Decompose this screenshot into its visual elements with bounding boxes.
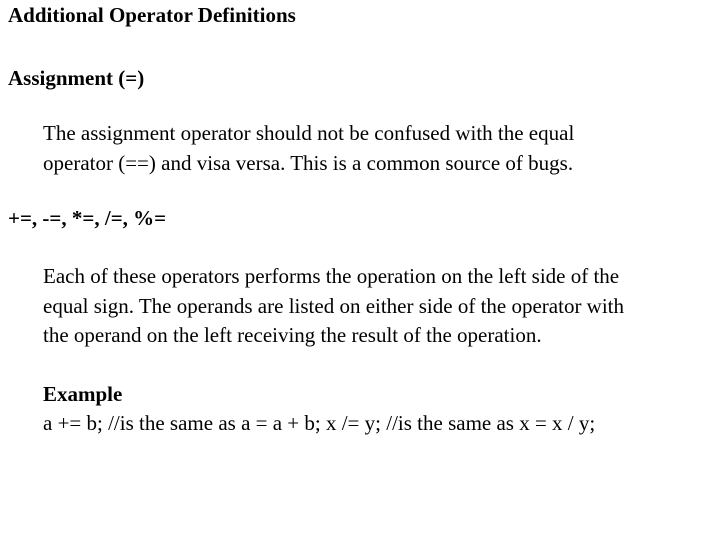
section-body-line: the operand on the left receiving the re… — [43, 323, 542, 347]
slide-title: Additional Operator Definitions — [8, 3, 296, 27]
section-body-line: operator (==) and visa versa. This is a … — [43, 151, 574, 175]
example-label: Example — [43, 382, 123, 406]
section-body-line: Each of these operators performs the ope… — [43, 264, 620, 288]
section-heading-assignment: Assignment (=) — [8, 66, 145, 90]
section-body-line: equal sign. The operands are listed on e… — [43, 294, 625, 318]
section-body-line: The assignment operator should not be co… — [43, 121, 575, 145]
section-heading-compound-operators: +=, -=, *=, /=, %= — [8, 206, 167, 230]
example-code: a += b; //is the same as a = a + b; x /=… — [43, 411, 596, 435]
